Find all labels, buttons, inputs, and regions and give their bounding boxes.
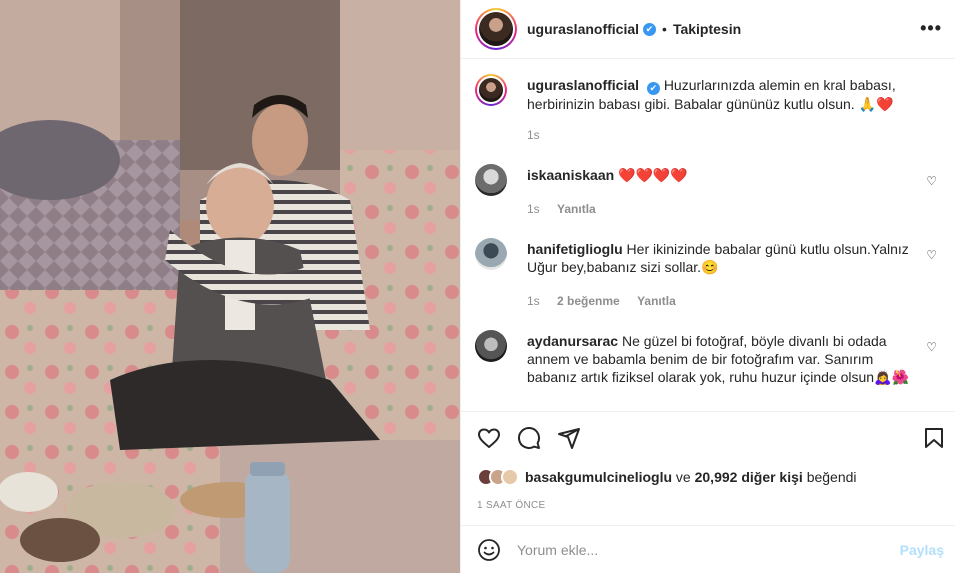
author-avatar[interactable] [475,8,517,50]
add-comment-bar: Paylaş [461,525,955,573]
reply-button[interactable]: Yanıtla [557,202,596,216]
likes-summary[interactable]: basakgumulcinelioglu ve 20,992 diğer kiş… [477,468,857,486]
caption-time[interactable]: 1s [527,128,540,142]
caption-meta: 1s [527,128,554,142]
likes-connector: ve [675,469,691,485]
comment-username[interactable]: iskaaniskaan [527,167,614,183]
like-comment-icon[interactable]: ♡ [926,340,937,354]
comments-list: uguraslanofficial ✔ Huzurlarınızda alemi… [461,60,955,411]
comment-item: iskaaniskaan ❤️❤️❤️❤️ 1s Yanıtla ♡ [475,164,945,224]
more-options-icon[interactable]: ••• [920,18,942,39]
caption-username[interactable]: uguraslanofficial [527,77,639,93]
post-actions: basakgumulcinelioglu ve 20,992 diğer kiş… [461,411,955,525]
comment-item: hanifetiglioglu Her ikinizinde babalar g… [475,238,945,318]
post-photo-image [0,0,460,573]
comment-text: aydanursarac Ne güzel bi fotoğraf, böyle… [527,332,912,386]
comment-time[interactable]: 1s [527,202,540,216]
comment-meta: 1s 2 beğenme Yanıtla [527,294,690,308]
comment-username[interactable]: aydanursarac [527,333,618,349]
likes-suffix: beğendi [806,469,857,485]
caption-text: uguraslanofficial ✔ Huzurlarınızda alemi… [527,76,912,113]
comment-avatar[interactable] [475,238,507,270]
comment-icon[interactable] [517,426,541,450]
caption-avatar[interactable] [475,74,507,106]
caption: uguraslanofficial ✔ Huzurlarınızda alemi… [475,74,945,164]
liker-username[interactable]: basakgumulcinelioglu [525,469,672,485]
like-comment-icon[interactable]: ♡ [926,174,937,188]
like-comment-icon[interactable]: ♡ [926,248,937,262]
verified-icon: ✔ [643,22,657,36]
post-header: uguraslanofficial ✔ • Takiptesin ••• [461,0,955,59]
separator-dot: • [662,21,667,37]
post-comment-button[interactable]: Paylaş [900,542,944,558]
comment-item: aydanursarac Ne güzel bi fotoğraf, böyle… [475,330,945,410]
verified-icon: ✔ [646,82,660,95]
like-heart-icon[interactable] [477,426,501,450]
follow-status-button[interactable]: Takiptesin [673,21,741,37]
comment-avatar[interactable] [475,164,507,196]
comment-text: hanifetiglioglu Her ikinizinde babalar g… [527,240,912,276]
comment-avatar[interactable] [475,330,507,362]
post-detail-pane: uguraslanofficial ✔ • Takiptesin ••• ugu… [460,0,955,573]
comment-like-count[interactable]: 2 beğenme [557,294,620,308]
comment-meta: 1s Yanıtla [527,202,610,216]
comment-input[interactable] [517,541,877,558]
post-timestamp[interactable]: 1 SAAT ÖNCE [477,500,546,511]
comment-username[interactable]: hanifetiglioglu [527,241,623,257]
emoji-icon[interactable] [477,538,501,562]
reply-button[interactable]: Yanıtla [637,294,676,308]
post-photo[interactable] [0,0,460,573]
comment-time[interactable]: 1s [527,294,540,308]
author-username[interactable]: uguraslanofficial [527,21,639,37]
comment-body: ❤️❤️❤️❤️ [618,167,688,183]
liker-avatar [501,468,519,486]
likes-count[interactable]: 20,992 diğer kişi [695,469,803,485]
comment-text: iskaaniskaan ❤️❤️❤️❤️ [527,166,912,184]
likes-text: basakgumulcinelioglu ve 20,992 diğer kiş… [525,469,857,485]
bookmark-icon[interactable] [922,426,946,450]
share-send-icon[interactable] [557,426,581,450]
